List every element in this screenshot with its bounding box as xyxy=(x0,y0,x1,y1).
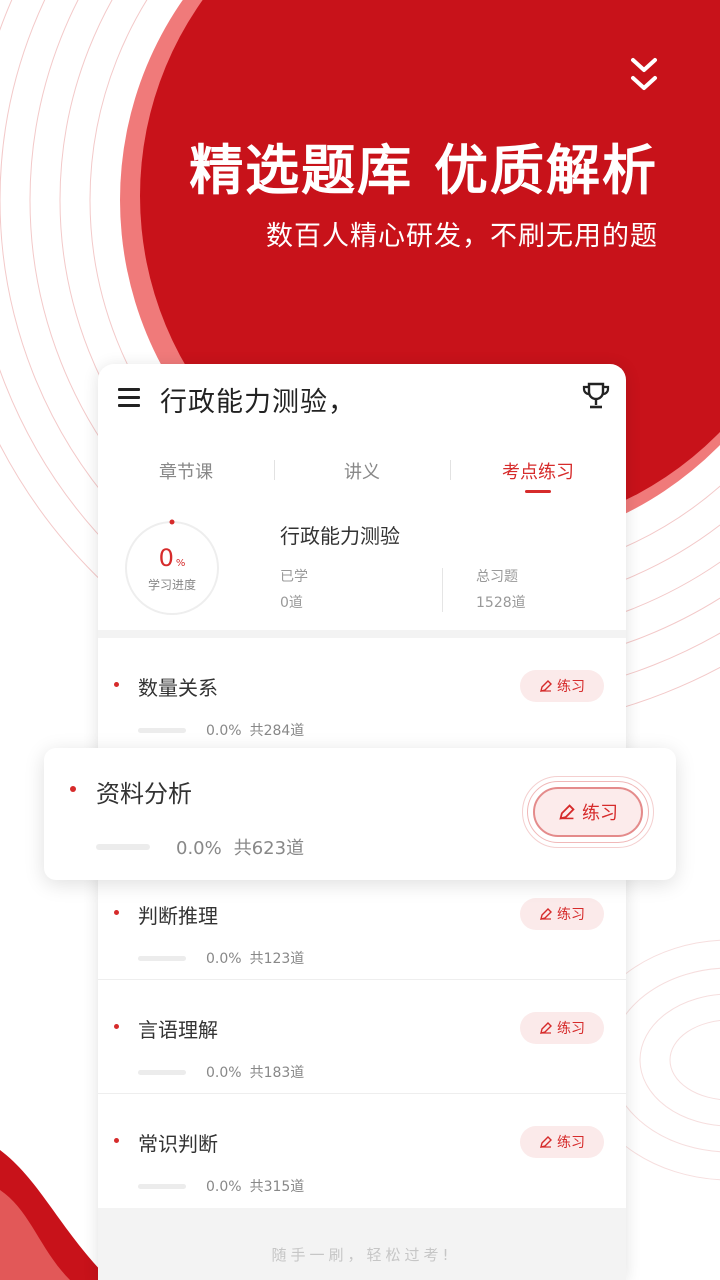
bullet-dot xyxy=(114,910,119,915)
topic-stats: 0.0% 共284道 xyxy=(206,723,305,739)
pen-icon xyxy=(540,1136,552,1148)
pen-icon xyxy=(540,680,552,692)
footer-slogan: 随手一刷，轻松过考! xyxy=(98,1208,626,1280)
pen-icon xyxy=(540,908,552,920)
practice-button[interactable]: 练习 xyxy=(520,898,604,930)
topic-name: 言语理解 xyxy=(138,1018,218,1042)
hero-headline: 精选题库 优质解析 xyxy=(189,139,658,202)
topic-stats: 0.0% 共183道 xyxy=(206,1065,305,1081)
tab-divider xyxy=(450,460,451,480)
topic-progress-bar xyxy=(96,844,150,850)
topic-item[interactable]: 常识判断 0.0% 共315道 练习 xyxy=(98,1094,626,1208)
topic-name: 数量关系 xyxy=(138,676,218,700)
topic-progress-bar xyxy=(138,956,186,961)
progress-label: 学习进度 xyxy=(147,578,196,592)
topic-name: 判断推理 xyxy=(138,904,218,928)
progress-summary: 0% 学习进度 行政能力测验 已学 0道 总习题 1528道 xyxy=(98,492,626,638)
pen-icon xyxy=(559,804,575,820)
topic-name: 常识判断 xyxy=(138,1132,218,1156)
tab-bar: 章节课 讲义 考点练习 xyxy=(98,432,626,493)
learned-label: 已学 xyxy=(280,569,308,585)
topic-progress-bar xyxy=(138,1184,186,1189)
topic-item[interactable]: 数量关系 0.0% 共284道 练习 xyxy=(98,638,626,752)
subject-title: 行政能力测验 xyxy=(280,524,400,548)
chevron-double-down-icon[interactable] xyxy=(630,56,658,96)
topic-item[interactable]: 判断推理 0.0% 共123道 练习 xyxy=(98,866,626,980)
topic-name: 资料分析 xyxy=(96,780,192,808)
pen-icon xyxy=(540,1022,552,1034)
bullet-dot xyxy=(114,1024,119,1029)
learned-value: 0道 xyxy=(280,595,303,611)
app-top-bar: 行政能力测验， xyxy=(98,364,626,432)
tab-topic-practice[interactable]: 考点练习 xyxy=(450,432,626,493)
tab-handouts[interactable]: 讲义 xyxy=(274,432,450,492)
trophy-icon[interactable] xyxy=(580,380,612,412)
topic-progress-bar xyxy=(138,728,186,733)
bullet-dot xyxy=(114,1138,119,1143)
practice-button[interactable]: 练习 xyxy=(520,1126,604,1158)
bullet-dot xyxy=(70,786,76,792)
topic-item-highlighted[interactable]: 资料分析 0.0% 共623道 练习 xyxy=(44,748,676,880)
tab-chapter-course[interactable]: 章节课 xyxy=(98,432,274,492)
practice-button[interactable]: 练习 xyxy=(520,1012,604,1044)
topic-progress-bar xyxy=(138,1070,186,1075)
tab-divider xyxy=(274,460,275,480)
topic-stats: 0.0% 共315道 xyxy=(206,1179,305,1195)
practice-button[interactable]: 练习 xyxy=(520,670,604,702)
menu-icon[interactable] xyxy=(118,388,140,408)
progress-value: 0% xyxy=(158,544,186,572)
total-value: 1528道 xyxy=(476,595,526,611)
topic-stats: 0.0% 共123道 xyxy=(206,951,305,967)
stat-divider xyxy=(442,568,443,612)
total-label: 总习题 xyxy=(476,569,518,585)
topic-stats: 0.0% 共623道 xyxy=(176,838,305,859)
topic-item[interactable]: 言语理解 0.0% 共183道 练习 xyxy=(98,980,626,1094)
hero-subline: 数百人精心研发，不刷无用的题 xyxy=(266,221,658,252)
app-title: 行政能力测验， xyxy=(160,387,356,418)
practice-button[interactable]: 练习 xyxy=(533,787,643,837)
bullet-dot xyxy=(114,682,119,687)
promo-screen: 精选题库 优质解析 数百人精心研发，不刷无用的题 行政能力测验， 章节课 讲义 … xyxy=(0,0,720,1280)
